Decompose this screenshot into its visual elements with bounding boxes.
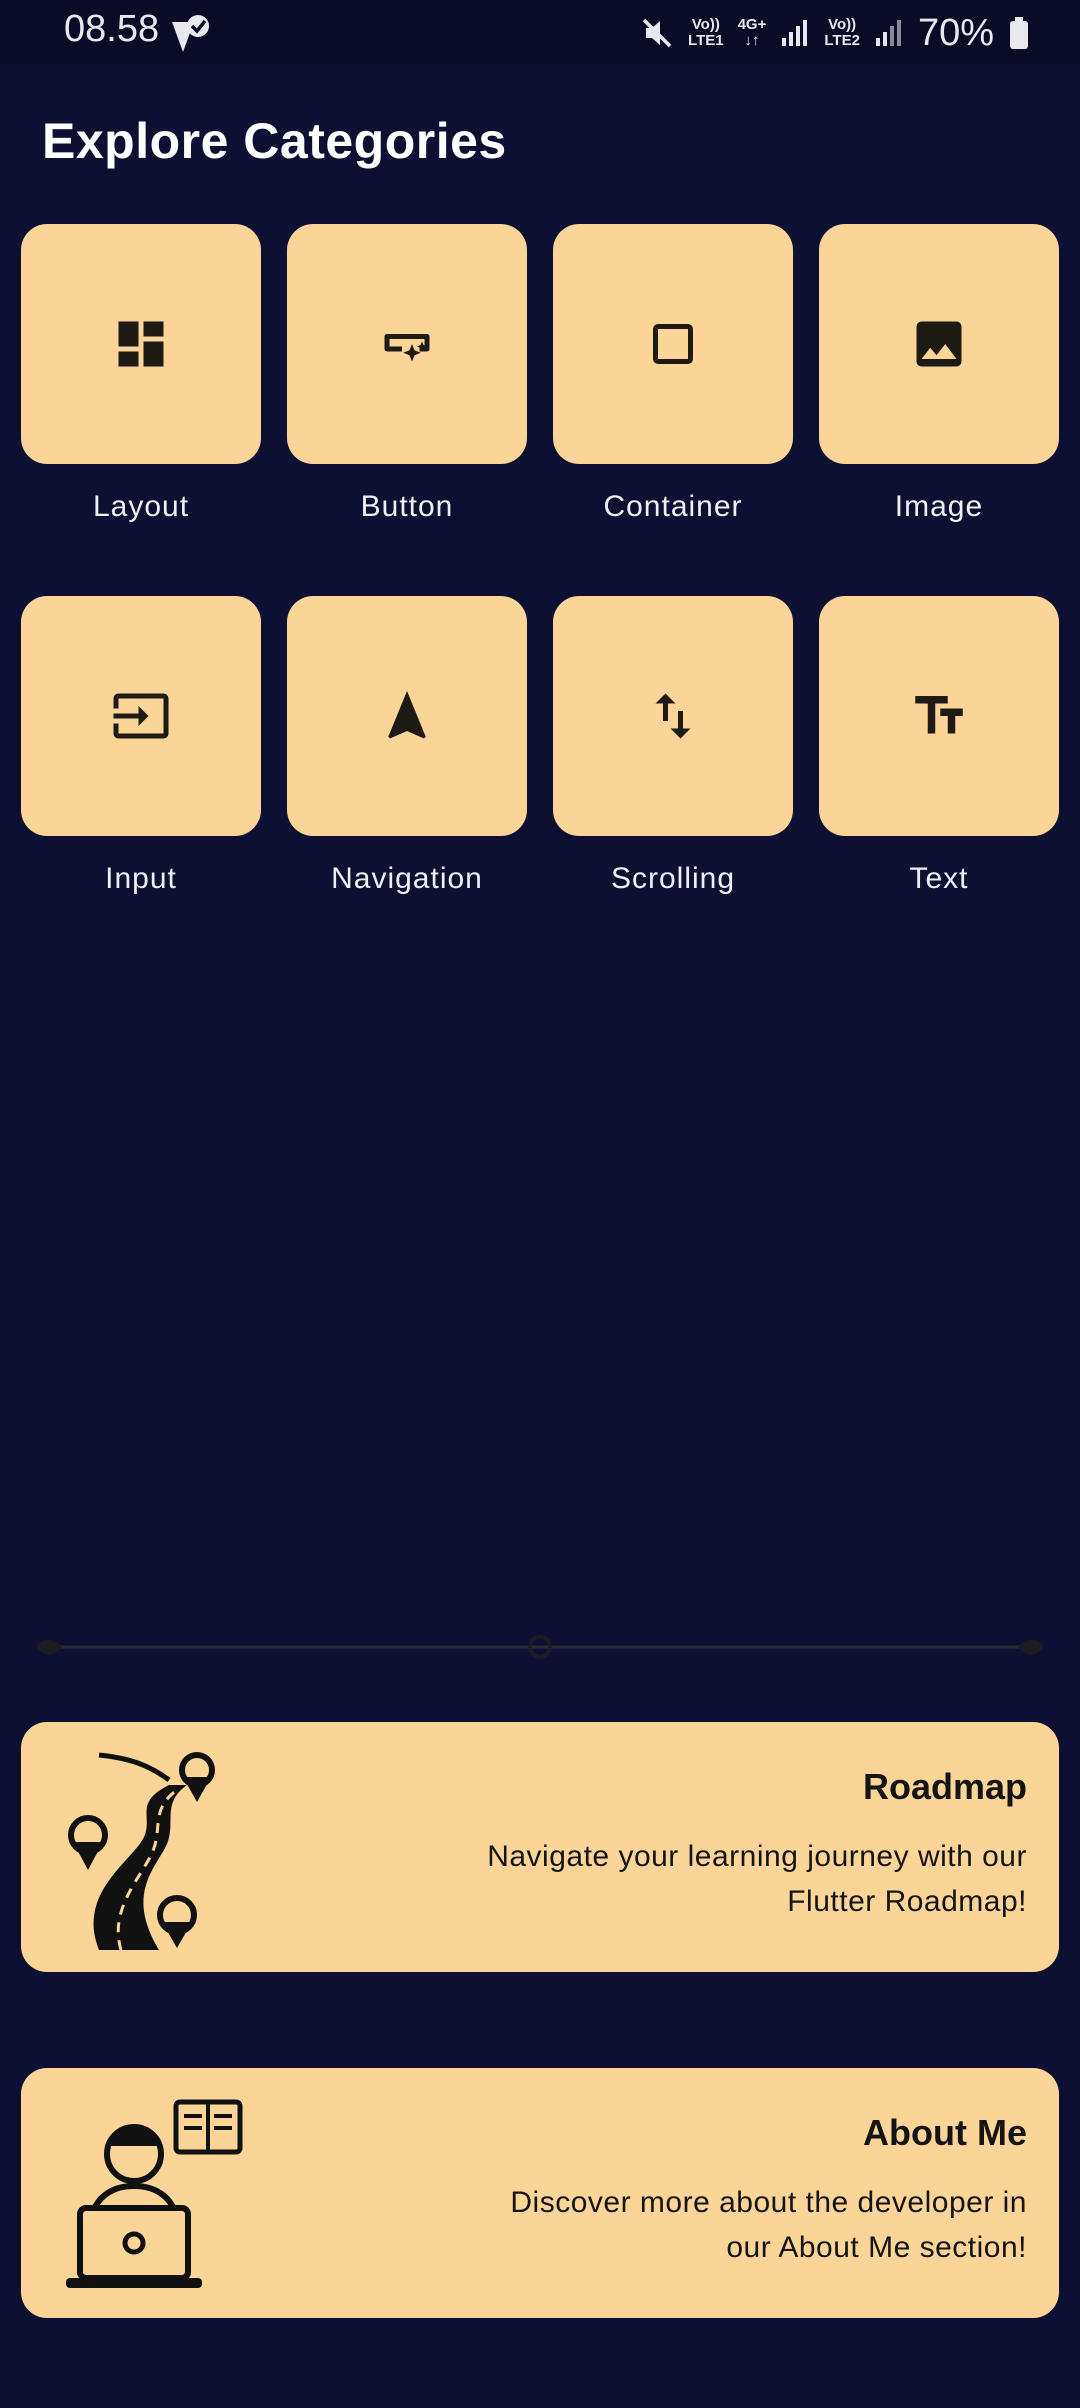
leaf-ornament-icon (36, 1639, 62, 1655)
category-label: Layout (92, 490, 190, 523)
roadmap-description: Navigate your learning journey with our … (487, 1840, 1027, 1918)
category-label: Button (360, 490, 454, 523)
roadmap-card[interactable]: Roadmap Navigate your learning journey w… (21, 1722, 1059, 1972)
category-label: Image (894, 490, 984, 523)
text-fields-icon (915, 696, 963, 734)
dashboard-icon (118, 321, 164, 367)
category-tile-layout[interactable] (21, 224, 261, 464)
verified-notification-icon (172, 15, 209, 52)
developer-illustration (66, 2099, 243, 2288)
about-me-title: About Me (863, 2112, 1027, 2153)
sim1-network: Vo)) LTE1 (688, 16, 724, 49)
category-label: Navigation (331, 862, 483, 895)
network-type: 4G+ ↓↑ (737, 16, 767, 49)
category-tile-navigation[interactable] (287, 596, 527, 836)
about-me-card[interactable]: About Me Discover more about the develop… (21, 2068, 1059, 2318)
swap-vertical-icon (655, 693, 691, 739)
navigation-arrow-icon (388, 691, 426, 739)
status-bar: 08.58 Vo)) LTE1 4G+ ↓↑ Vo)) LTE2 70% (0, 0, 1080, 64)
leaf-ornament-icon (1018, 1639, 1044, 1655)
mute-icon (642, 18, 672, 48)
battery-icon (1010, 17, 1028, 49)
status-indicators: Vo)) LTE1 4G+ ↓↑ Vo)) LTE2 70% (640, 8, 1030, 58)
ornament-divider (36, 1635, 1044, 1659)
image-icon (916, 321, 962, 367)
input-icon (113, 693, 169, 739)
category-label: Scrolling (610, 862, 736, 895)
battery-percent: 70% (917, 11, 994, 54)
about-me-description: Discover more about the developer in our… (510, 2186, 1027, 2264)
category-label: Input (105, 862, 177, 895)
status-time: 08.58 (64, 8, 160, 50)
category-tile-input[interactable] (21, 596, 261, 836)
roadmap-title: Roadmap (862, 1766, 1027, 1807)
category-tile-image[interactable] (819, 224, 1059, 464)
category-label: Text (909, 862, 969, 895)
category-tile-container[interactable] (553, 224, 793, 464)
category-tile-button[interactable] (287, 224, 527, 464)
roadmap-illustration (68, 1752, 215, 1950)
page-title: Explore Categories (42, 113, 507, 169)
signal-icon (782, 20, 808, 46)
category-label: Container (603, 490, 743, 523)
category-tile-text[interactable] (819, 596, 1059, 836)
category-tile-scrolling[interactable] (553, 596, 793, 836)
square-outline-icon (653, 324, 693, 364)
signal-icon (875, 20, 901, 46)
smart-button-icon (384, 334, 430, 362)
sim2-network: Vo)) LTE2 (824, 16, 860, 49)
